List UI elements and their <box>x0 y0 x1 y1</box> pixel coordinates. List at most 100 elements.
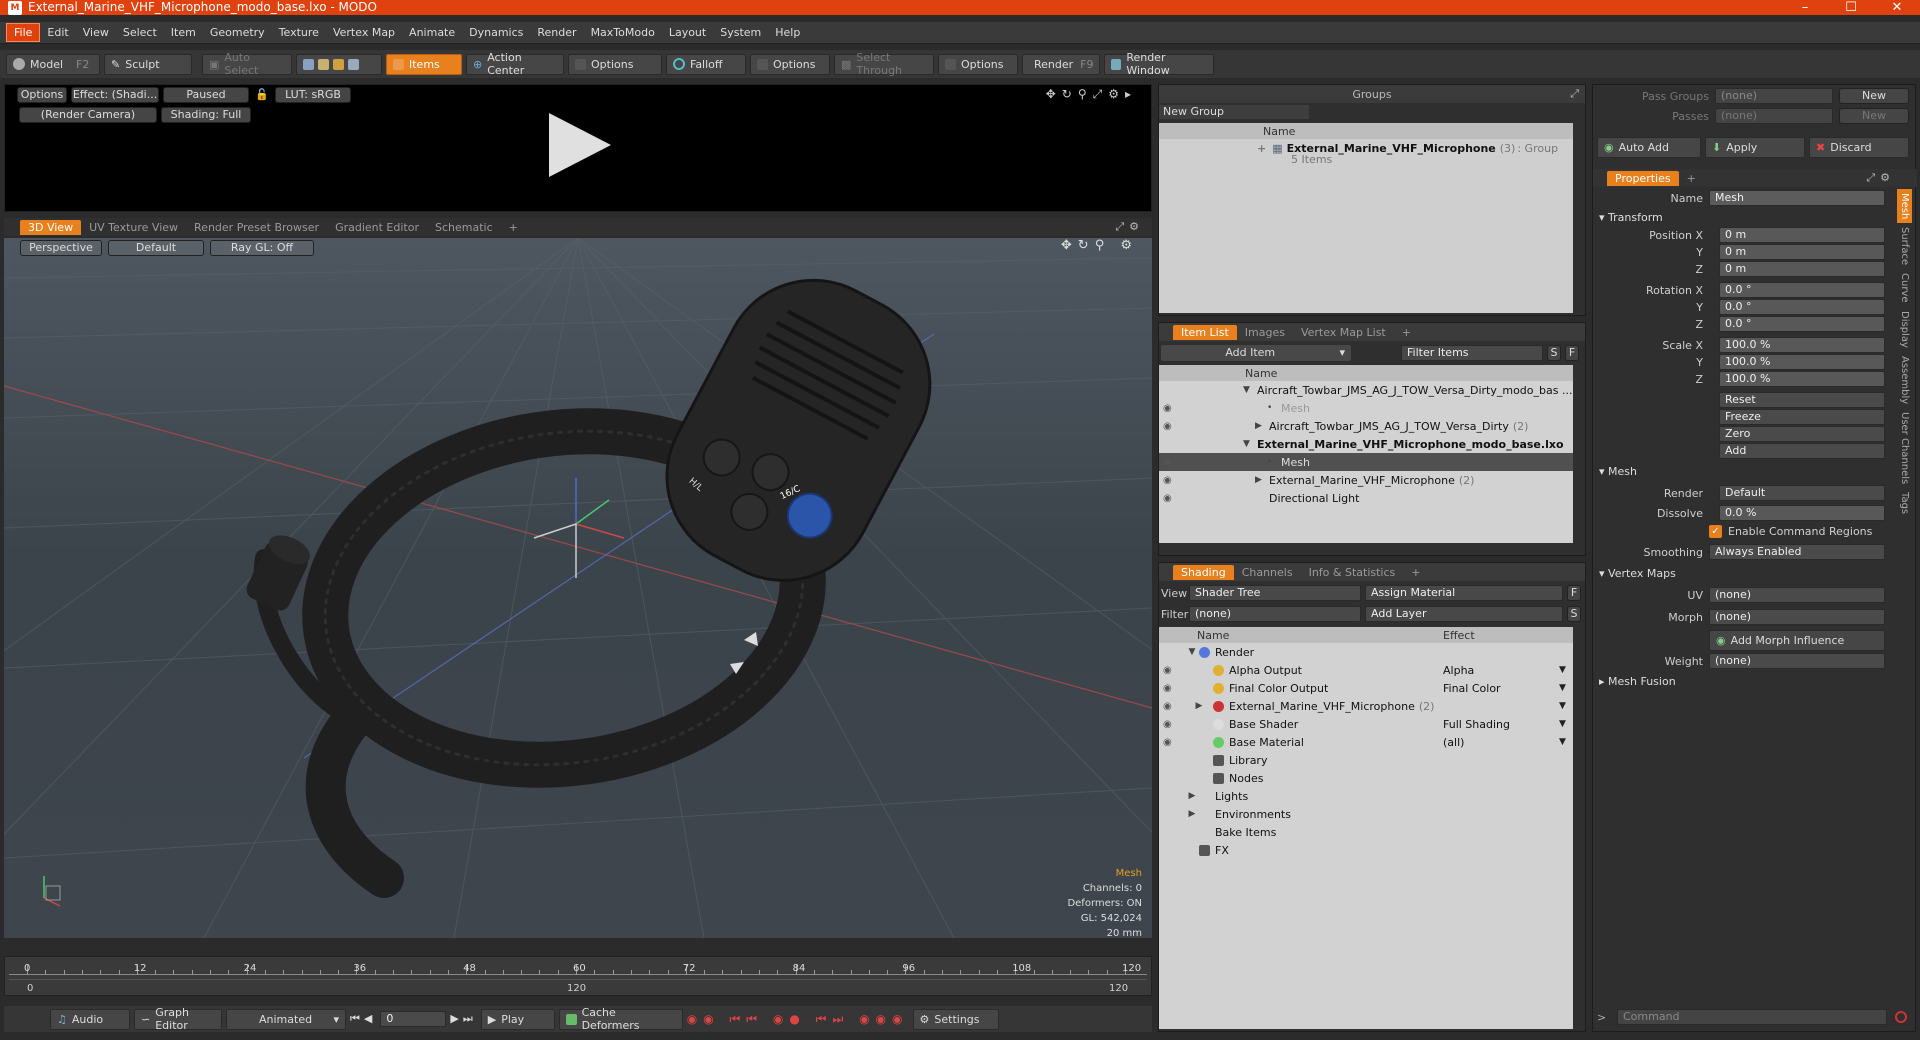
tab-3d-view[interactable]: 3D View <box>20 219 82 235</box>
item-row[interactable]: ▼ External_Marine_VHF_Microphone_modo_bas… <box>1159 435 1573 453</box>
shader-row[interactable]: ◉ ▶ External_Marine_VHF_Microphone (2) ▼ <box>1159 697 1573 715</box>
apply-button[interactable]: ⬇ Apply <box>1705 137 1805 158</box>
tab-shading[interactable]: Shading <box>1173 564 1234 580</box>
eye-icon[interactable]: ◉ <box>1159 493 1255 504</box>
render-window-button[interactable]: Render Window <box>1104 51 1214 77</box>
discard-button[interactable]: ✖ Discard <box>1809 137 1909 158</box>
tab-properties[interactable]: Properties <box>1607 170 1679 186</box>
scale-y-input[interactable]: 100.0 % <box>1719 354 1885 370</box>
add-layer-dropdown[interactable]: Add Layer <box>1365 606 1563 622</box>
menu-dynamics[interactable]: Dynamics <box>462 24 530 41</box>
sculpt-mode-button[interactable]: ✎ Sculpt <box>104 53 192 75</box>
mesh-section[interactable]: ▾ Mesh <box>1599 465 1637 478</box>
side-tab-display[interactable]: Display <box>1897 307 1912 352</box>
assign-material-button[interactable]: Assign Material <box>1365 585 1563 601</box>
reset-dropdown[interactable]: Reset <box>1719 392 1885 408</box>
auto-select-button[interactable]: ▣ Auto Select <box>202 51 292 77</box>
polygons-icon[interactable] <box>333 58 344 70</box>
add-tab-icon[interactable]: + <box>1394 325 1419 340</box>
freeze-dropdown[interactable]: Freeze <box>1719 409 1885 425</box>
menu-select[interactable]: Select <box>116 24 164 41</box>
audio-button[interactable]: ♫ Audio <box>50 1008 130 1030</box>
expand-arrow-icon[interactable]: ▶ <box>1185 701 1213 711</box>
shader-row[interactable]: Bake Items <box>1159 823 1573 841</box>
component-mode-buttons[interactable] <box>296 53 382 75</box>
dissolve-input[interactable]: 0.0 % <box>1719 505 1885 521</box>
menu-view[interactable]: View <box>76 24 116 41</box>
model-mode-button[interactable]: Model F2 <box>6 53 100 75</box>
passes-dropdown[interactable]: (none) <box>1715 108 1833 124</box>
menu-render[interactable]: Render <box>530 24 583 41</box>
preview-lut-dropdown[interactable]: LUT: sRGB <box>275 87 351 103</box>
add-tab-icon[interactable]: + <box>501 220 526 235</box>
shader-row[interactable]: ▼ Render <box>1159 643 1573 661</box>
eye-icon[interactable]: ◉ <box>1159 403 1267 414</box>
items-mode-button[interactable]: Items <box>386 53 462 75</box>
expand-arrow-icon[interactable]: ▶ <box>1185 791 1199 801</box>
side-tab-mesh[interactable]: Mesh <box>1897 189 1912 224</box>
keyframe-icons[interactable]: ◉◉ ⏮⏮ ◉● ⏮⏭ ◉◉◉ <box>687 1012 909 1027</box>
shader-row[interactable]: ◉ Base Shader Full Shading ▼ <box>1159 715 1573 733</box>
eye-icon[interactable]: ◉ <box>1159 737 1185 748</box>
shader-row[interactable]: ◉ Base Material (all) ▼ <box>1159 733 1573 751</box>
graph-editor-button[interactable]: ∽ Graph Editor <box>134 1006 222 1032</box>
filter-items-input[interactable]: Filter Items <box>1401 345 1543 361</box>
shader-row[interactable]: ▶ Lights <box>1159 787 1573 805</box>
morph-dropdown[interactable]: (none) <box>1709 609 1885 625</box>
chevron-down-icon[interactable]: ▼ <box>1559 737 1566 747</box>
shader-row[interactable]: Library <box>1159 751 1573 769</box>
edges-icon[interactable] <box>318 58 329 70</box>
item-row[interactable]: ◉ • Mesh <box>1159 453 1573 471</box>
shader-effect[interactable]: Final Color <box>1443 682 1501 695</box>
chevron-down-icon[interactable]: ▼ <box>1559 719 1566 729</box>
expand-arrow-icon[interactable]: ▼ <box>1243 385 1257 395</box>
lock-icon[interactable]: 🔓 <box>255 88 269 101</box>
viewport-nav-icons[interactable]: ✥↻⚲ ⚙ <box>1061 238 1138 253</box>
select-through-button[interactable]: ▩ Select Through <box>834 51 934 77</box>
item-row[interactable]: ◉ • Mesh <box>1159 399 1573 417</box>
position-z-input[interactable]: 0 m <box>1719 261 1885 277</box>
shader-row[interactable]: Nodes <box>1159 769 1573 787</box>
expand-arrow-icon[interactable]: ▼ <box>1243 439 1257 449</box>
menu-help[interactable]: Help <box>768 24 807 41</box>
eye-icon[interactable]: ◉ <box>1159 457 1267 468</box>
shader-effect[interactable]: Alpha <box>1443 664 1474 677</box>
shading-s-button[interactable]: S <box>1567 606 1581 622</box>
eye-icon[interactable]: ◉ <box>1159 475 1255 486</box>
menu-system[interactable]: System <box>713 24 768 41</box>
tab-channels[interactable]: Channels <box>1234 565 1301 580</box>
preview-effect-dropdown[interactable]: Effect: (Shadi... <box>71 87 159 103</box>
tab-uv-texture-view[interactable]: UV Texture View <box>81 220 186 235</box>
checkbox-checked-icon[interactable]: ✓ <box>1709 525 1722 538</box>
pass-groups-dropdown[interactable]: (none) <box>1715 88 1833 104</box>
animated-dropdown[interactable]: Animated ▾ <box>226 1008 346 1030</box>
shader-row[interactable]: ▶ Environments <box>1159 805 1573 823</box>
add-dropdown[interactable]: Add <box>1719 443 1885 459</box>
new-pass-group-button[interactable]: New <box>1839 88 1909 104</box>
shader-view-dropdown[interactable]: Shader Tree <box>1189 585 1361 601</box>
name-input[interactable]: Mesh <box>1709 190 1885 206</box>
side-tab-user-channels[interactable]: User Channels <box>1897 408 1912 488</box>
action-center-button[interactable]: ⊕ Action Center <box>466 51 564 77</box>
side-tab-surface[interactable]: Surface <box>1897 223 1912 269</box>
mesh-fusion-section[interactable]: ▸ Mesh Fusion <box>1599 675 1676 688</box>
scale-x-input[interactable]: 100.0 % <box>1719 337 1885 353</box>
tab-info-statistics[interactable]: Info & Statistics <box>1301 565 1404 580</box>
tab-render-preset-browser[interactable]: Render Preset Browser <box>186 220 327 235</box>
shader-effect[interactable]: Full Shading <box>1443 718 1510 731</box>
preview-options-button[interactable]: Options <box>17 87 67 103</box>
materials-icon[interactable] <box>348 58 359 70</box>
auto-add-button[interactable]: ◉ Auto Add <box>1597 137 1701 158</box>
panel-expand-icon[interactable]: ⤢ <box>1570 87 1579 101</box>
play-button[interactable]: ▶ Play <box>480 1008 555 1030</box>
add-morph-influence-button[interactable]: ◉ Add Morph Influence <box>1709 630 1885 651</box>
rotation-x-input[interactable]: 0.0 ° <box>1719 282 1885 298</box>
side-tab-tags[interactable]: Tags <box>1897 488 1912 518</box>
chevron-down-icon[interactable]: ▼ <box>1559 683 1566 693</box>
render-button[interactable]: Render F9 <box>1022 53 1100 75</box>
vertices-icon[interactable] <box>303 58 314 70</box>
eye-icon[interactable]: ◉ <box>1159 421 1255 432</box>
menu-maxtomodo[interactable]: MaxToModo <box>584 24 662 41</box>
minimize-icon[interactable]: – <box>1782 0 1828 15</box>
shading-filter-dropdown[interactable]: (none) <box>1189 606 1361 622</box>
